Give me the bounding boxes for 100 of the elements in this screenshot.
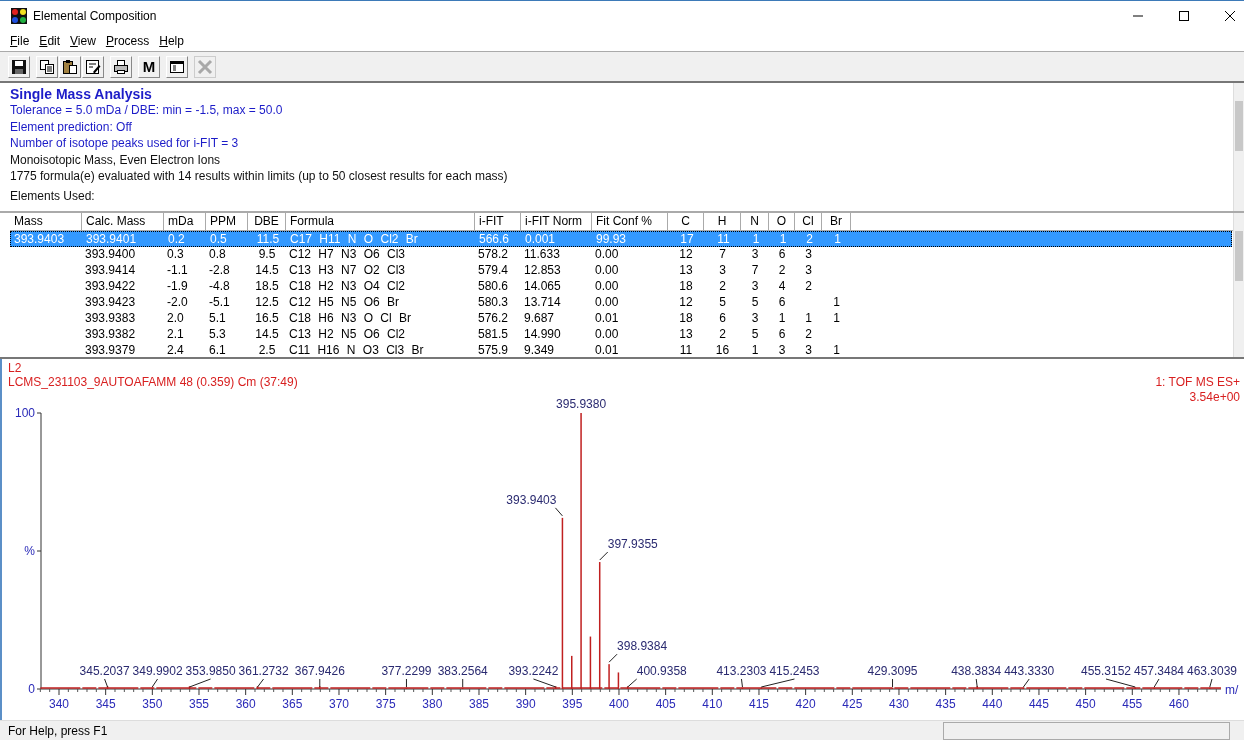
analysis-title: Single Mass Analysis (10, 86, 153, 102)
peak-label: 429.3095 (867, 664, 918, 678)
table-cell: 1 (752, 233, 760, 245)
peak-label: 383.2564 (437, 664, 488, 678)
table-cell: 0.3 (167, 248, 184, 262)
table-cell: 575.9 (478, 344, 509, 357)
x-tick-label: 380 (422, 697, 443, 711)
paste-icon (62, 58, 78, 75)
x-tick-label: 340 (49, 697, 69, 711)
column-header[interactable]: Br (822, 213, 851, 230)
x-tick-label: 425 (842, 697, 863, 711)
table-cell: 5.3 (209, 328, 226, 342)
table-row[interactable]: 393.9383 2.0 5.1 16.5 C18 H6 N3 O Cl Br 576.2 9.687 0.01 18 6 3 1 1 1 (10, 311, 1232, 327)
column-header[interactable]: i-FIT (475, 213, 521, 230)
table-cell: 1 (779, 233, 787, 245)
table-cell: 2.4 (167, 344, 184, 357)
table-cell: 0.01 (595, 312, 619, 326)
scrollbar[interactable] (1233, 83, 1244, 211)
leader-line (627, 678, 638, 688)
table-cell: 393.9414 (85, 264, 136, 278)
table-row[interactable]: 393.9423 -2.0 -5.1 12.5 C12 H5 N5 O6 Br 580.3 13.714 0.00 12 5 5 6 1 (10, 295, 1232, 311)
table-row[interactable]: 393.9422 -1.9 -4.8 18.5 C18 H2 N3 O4 Cl2 580.6 14.065 0.00 18 2 3 4 2 (10, 279, 1232, 295)
info-line: 1775 formula(e) evaluated with 14 results within limits (up to 50 closest results for each mass) (10, 168, 509, 185)
table-cell: 4 (778, 280, 786, 294)
y-axis-label: % (24, 544, 35, 558)
menu-item[interactable]: Help (159, 34, 184, 48)
table-cell: 99.93 (596, 233, 627, 245)
table-cell: 12.5 (255, 296, 279, 310)
menu-item[interactable]: Process (105, 34, 150, 48)
peak-label: 345.2037 (79, 664, 130, 678)
close-icon[interactable] (1224, 10, 1236, 22)
table-cell: 18 (679, 280, 693, 294)
table-cell: 11 (717, 233, 730, 245)
leader-line (319, 678, 321, 688)
table-row[interactable]: 393.9414 -1.1 -2.8 14.5 C13 H3 N7 O2 Cl3 579.4 12.853 0.00 13 3 7 2 3 (10, 263, 1232, 279)
column-header[interactable]: i-FIT Norm (521, 213, 592, 230)
table-cell: 393.9423 (85, 296, 136, 310)
table-cell: 580.6 (478, 280, 509, 294)
table-cell: 1 (778, 312, 786, 326)
column-header[interactable]: mDa (164, 213, 206, 230)
column-header[interactable]: PPM (206, 213, 248, 230)
x-tick-label: 410 (702, 697, 723, 711)
spectrum-peak (589, 636, 592, 689)
menu-item[interactable]: View (70, 34, 96, 48)
toolbar-button[interactable]: M (138, 55, 160, 78)
column-header[interactable]: Formula (286, 213, 475, 230)
x-tick-label: 390 (515, 697, 536, 711)
scrollbar[interactable] (1233, 213, 1244, 357)
x-tick-label: 445 (1028, 697, 1049, 711)
table-cell: 393.9403 (14, 233, 65, 245)
column-header[interactable]: Mass (10, 213, 82, 230)
table-row[interactable]: 393.9379 2.4 6.1 2.5 C11 H16 N O3 Cl3 Br 575.9 9.349 0.01 11 16 1 3 3 1 (10, 343, 1232, 357)
table-cell: 1 (805, 312, 812, 326)
table-cell: 13 (679, 264, 693, 278)
x-tick-label: 460 (1168, 697, 1189, 711)
info-line: Tolerance = 5.0 mDa / DBE: min = -1.5, max = 50.0 (10, 102, 284, 119)
column-header[interactable]: H (704, 213, 741, 230)
table-cell: 14.5 (255, 264, 279, 278)
x-tick-label: 365 (282, 697, 303, 711)
table-cell: 1 (833, 296, 840, 310)
peak-label: 455.3152 (1080, 664, 1132, 678)
column-header[interactable]: DBE (248, 213, 286, 230)
spectrum-peak (188, 686, 191, 689)
maximize-icon[interactable] (1178, 10, 1190, 22)
table-cell: 1 (751, 344, 759, 357)
column-header[interactable]: O (769, 213, 795, 230)
column-header[interactable]: Fit Conf % (592, 213, 668, 230)
column-header[interactable]: Calc. Mass (82, 213, 164, 230)
spectrum-peak (617, 672, 620, 689)
table-cell: 9.349 (524, 344, 555, 357)
column-header[interactable]: Cl (795, 213, 822, 230)
table-row[interactable]: 393.9382 2.1 5.3 14.5 C13 H2 N5 O6 Cl2 581.5 14.990 0.00 13 2 5 6 2 (10, 327, 1232, 343)
table-cell: 393.9401 (86, 233, 137, 245)
table-cell: 5 (751, 328, 759, 342)
menu-item[interactable]: Edit (39, 34, 61, 48)
table-cell: 580.3 (478, 296, 509, 310)
column-header[interactable]: C (668, 213, 704, 230)
leader-line (740, 678, 743, 688)
table-cell: 11.633 (524, 248, 560, 262)
x-tick-label: 370 (328, 697, 349, 711)
table-cell: 2 (805, 328, 812, 342)
column-header[interactable]: N (741, 213, 769, 230)
table-row[interactable]: 393.9400 0.3 0.8 9.5 C12 H7 N3 O6 Cl3 578.2 11.633 0.00 12 7 3 6 3 (10, 247, 1232, 263)
x-tick-label: 450 (1075, 697, 1096, 711)
peak-label: 413.2303 (716, 664, 767, 678)
intensity-label: 3.54e+00 (1189, 390, 1240, 404)
table-cell: 2.5 (258, 344, 276, 357)
leader-line (151, 678, 159, 688)
app-icon (11, 8, 27, 24)
x-tick-label: 355 (189, 697, 209, 711)
x-tick-label: 420 (795, 697, 816, 711)
table-cell: 1 (833, 312, 840, 326)
table-cell: 7 (719, 248, 726, 262)
menu-item[interactable]: File (10, 34, 30, 48)
x-tick-label: 405 (655, 697, 676, 711)
table-cell: 3 (751, 312, 759, 326)
x-tick-label: 435 (935, 697, 956, 711)
table-cell: 576.2 (478, 312, 509, 326)
table-cell: 9.687 (524, 312, 555, 326)
table-cell: C18 H6 N3 O Cl Br (289, 312, 412, 326)
